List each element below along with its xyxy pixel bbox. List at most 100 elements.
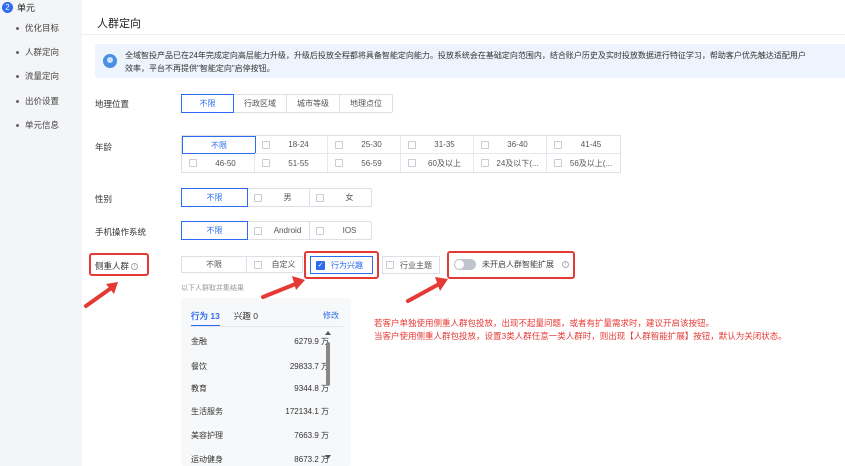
os-option-unlimited[interactable]: 不限 <box>181 221 248 240</box>
age-option-label: 25-30 <box>361 140 382 149</box>
annotation-line-2: 当客户使用侧重人群包投放，设置3类人群任意一类人群时，则出现【人群智能扩展】按钮… <box>374 331 787 341</box>
edit-link[interactable]: 修改 <box>323 310 339 321</box>
checkbox[interactable] <box>253 260 262 269</box>
age-option-label: 56-59 <box>361 158 382 168</box>
step-label: 单元 <box>17 3 36 13</box>
scroll-down-icon[interactable] <box>325 455 331 459</box>
scroll-up-icon[interactable] <box>325 331 331 335</box>
location-label: 地理位置 <box>95 99 130 109</box>
checkbox[interactable] <box>335 159 343 167</box>
smart-expand-toggle-row: 未开启人群智能扩展 i <box>454 259 569 270</box>
tab-interest[interactable]: 兴趣 0 <box>234 310 258 327</box>
checkbox[interactable] <box>254 193 262 202</box>
item-name: 餐饮 <box>191 362 207 371</box>
age-option[interactable]: 51-55 <box>255 154 328 172</box>
smart-expand-toggle[interactable] <box>454 259 476 270</box>
checkbox[interactable] <box>316 226 324 235</box>
item-value: 29833.7 万 <box>289 362 329 371</box>
audience-option-custom[interactable]: 自定义 <box>247 256 303 273</box>
age-option[interactable]: 24及以下(... <box>474 154 547 172</box>
step-header: 2 单元 <box>2 1 35 14</box>
age-option-label: 36-40 <box>507 140 528 149</box>
sidebar-item-unit-info[interactable]: 单元信息 <box>16 119 59 131</box>
list-item: 餐饮 29833.7 万 <box>191 361 329 372</box>
main-content: 人群定向 全域智投产品已在24年完成定向高层能力升级，升级后投放全程都将具备智能… <box>82 0 845 466</box>
location-option-unlimited[interactable]: 不限 <box>181 94 234 113</box>
checkbox[interactable] <box>262 159 270 167</box>
union-hint: 以下人群取并集结果 <box>181 285 244 292</box>
item-value: 6279.9 万 <box>294 337 329 346</box>
notice-line-2: 效率，平台不再提供"智能定向"启停按钮。 <box>125 64 275 73</box>
location-option-city-tier[interactable]: 城市等级 <box>286 95 339 112</box>
age-option-label: 56及以上(... <box>569 158 613 168</box>
checkbox[interactable] <box>386 261 394 269</box>
gender-option-male[interactable]: 男 <box>247 189 309 206</box>
list-item: 教育 9344.8 万 <box>191 383 329 394</box>
checkbox[interactable] <box>554 140 562 149</box>
audience-option-industry-theme[interactable]: 行业主题 <box>382 256 440 274</box>
gender-option-female[interactable]: 女 <box>309 189 371 206</box>
age-option[interactable]: 25-30 <box>328 136 401 154</box>
sidebar-item-optimization[interactable]: 优化目标 <box>16 22 59 34</box>
info-icon[interactable]: i <box>131 263 139 271</box>
checkbox[interactable] <box>335 140 343 149</box>
audience-option-label: 自定义 <box>271 260 296 269</box>
sidebar: 2 单元 优化目标 人群定向 流量定向 出价设置 单元信息 <box>0 0 82 466</box>
gender-selector: 不限 男 女 <box>181 188 372 207</box>
list-item: 运动健身 8673.2 万 <box>191 454 329 465</box>
checkbox[interactable] <box>481 140 489 149</box>
age-option[interactable]: 56-59 <box>328 154 401 172</box>
age-option-label: 51-55 <box>288 158 309 168</box>
age-option[interactable]: 60及以上 <box>401 154 474 172</box>
checkbox[interactable] <box>554 159 562 167</box>
info-user-icon <box>103 54 117 68</box>
audience-option-behavior-interest[interactable]: ✓ 行为兴趣 <box>310 256 373 274</box>
scrollbar-thumb[interactable] <box>326 342 330 386</box>
os-option-android[interactable]: Android <box>247 222 309 239</box>
list-item: 金融 6279.9 万 <box>191 336 329 347</box>
checkbox[interactable] <box>408 140 416 149</box>
sidebar-item-label: 出价设置 <box>25 96 60 106</box>
checkbox[interactable] <box>262 140 270 149</box>
age-option-label: 46-50 <box>215 158 236 168</box>
item-value: 172134.1 万 <box>285 407 329 416</box>
age-option[interactable]: 18-24 <box>255 136 328 154</box>
gender-option-unlimited[interactable]: 不限 <box>181 188 248 207</box>
checked-checkbox-icon[interactable]: ✓ <box>316 260 325 270</box>
age-option-unlimited[interactable]: 不限 <box>182 136 256 154</box>
notice-banner: 全域智投产品已在24年完成定向高层能力升级，升级后投放全程都将具备智能定向能力。… <box>95 44 845 78</box>
age-option[interactable]: 46-50 <box>182 154 255 172</box>
step-number-badge: 2 <box>2 2 13 13</box>
age-option[interactable]: 56及以上(... <box>547 154 620 172</box>
location-option-geo-point[interactable]: 地理点位 <box>339 95 392 112</box>
item-value: 8673.2 万 <box>294 455 329 464</box>
audience-label: 侧重人群 i <box>95 260 139 272</box>
info-icon[interactable]: i <box>562 261 569 268</box>
checkbox[interactable] <box>254 226 262 235</box>
age-option[interactable]: 41-45 <box>547 136 620 154</box>
age-option-label: 不限 <box>211 140 227 150</box>
checkbox[interactable] <box>316 193 324 202</box>
age-option[interactable]: 31-35 <box>401 136 474 154</box>
os-option-label: IOS <box>342 226 357 235</box>
checkbox[interactable] <box>481 159 489 167</box>
sidebar-item-traffic[interactable]: 流量定向 <box>16 70 59 82</box>
audience-option-unlimited[interactable]: 不限 <box>181 256 247 273</box>
item-value: 9344.8 万 <box>294 384 329 393</box>
notice-text: 全域智投产品已在24年完成定向高层能力升级，升级后投放全程都将具备智能定向能力。… <box>125 49 845 75</box>
os-selector: 不限 Android IOS <box>181 221 372 240</box>
checkbox[interactable] <box>189 159 197 167</box>
age-option[interactable]: 36-40 <box>474 136 547 154</box>
tab-behavior[interactable]: 行为 13 <box>191 310 220 327</box>
bullet-icon <box>16 26 19 30</box>
checkbox[interactable] <box>408 159 416 167</box>
age-grid: 不限 18-24 25-30 31-35 36-40 41-45 46-50 5… <box>181 135 621 173</box>
location-option-admin-region[interactable]: 行政区域 <box>233 95 286 112</box>
os-option-ios[interactable]: IOS <box>309 222 371 239</box>
red-arrow-icon <box>406 277 448 303</box>
sidebar-item-audience[interactable]: 人群定向 <box>16 46 59 58</box>
os-label: 手机操作系统 <box>95 227 147 237</box>
gender-label: 性别 <box>95 194 113 204</box>
bullet-icon <box>16 74 19 78</box>
sidebar-item-bid[interactable]: 出价设置 <box>16 95 59 107</box>
